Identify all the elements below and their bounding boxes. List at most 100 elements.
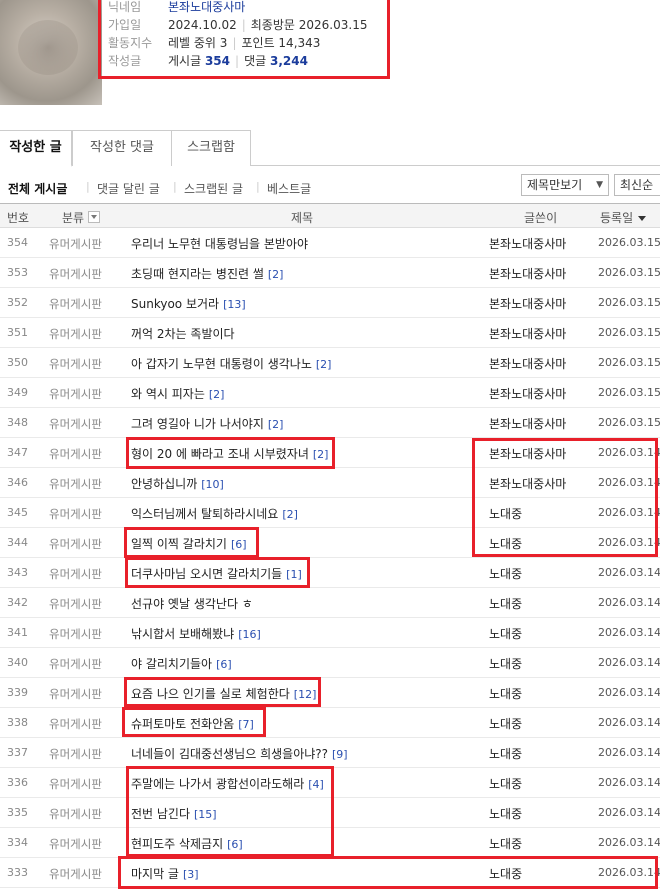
header-title: 제목	[291, 211, 314, 225]
post-date: 2026.03.15	[598, 386, 660, 399]
post-date: 2026.03.14	[598, 626, 660, 639]
comment-count-badge: [9]	[332, 748, 348, 761]
post-title-link[interactable]: 너네들이 김대중선생님으 희생을아냐?? [9]	[131, 745, 348, 762]
sort-select[interactable]: 최신순	[614, 174, 660, 196]
post-category[interactable]: 유머게시판	[49, 806, 102, 822]
post-category[interactable]: 유머게시판	[49, 686, 102, 702]
post-author[interactable]: 노대중	[489, 715, 574, 732]
post-title-link[interactable]: 안녕하십니까 [10]	[131, 475, 224, 492]
post-category[interactable]: 유머게시판	[49, 656, 102, 672]
table-row: 349 유머게시판 와 역시 피자는 [2] 본좌노대중사마 2026.03.15	[0, 378, 660, 408]
post-author[interactable]: 노대중	[489, 775, 574, 792]
post-category[interactable]: 유머게시판	[49, 236, 102, 252]
view-mode-select[interactable]: 제목만보기 ▼	[521, 174, 609, 196]
header-author: 글쓴이	[524, 211, 558, 225]
post-author[interactable]: 본좌노대중사마	[489, 385, 574, 402]
tab-scraps[interactable]: 스크랩함	[171, 130, 251, 166]
table-row: 353 유머게시판 초딩때 현지라는 병진련 썰 [2] 본좌노대중사마 2026.03.…	[0, 258, 660, 288]
post-author[interactable]: 노대중	[489, 565, 574, 582]
post-author[interactable]: 노대중	[489, 835, 574, 852]
post-author[interactable]: 본좌노대중사마	[489, 325, 574, 342]
post-number: 351	[7, 326, 28, 339]
post-date: 2026.03.15	[598, 416, 660, 429]
post-category[interactable]: 유머게시판	[49, 356, 102, 372]
post-category[interactable]: 유머게시판	[49, 266, 102, 282]
filter-all-posts[interactable]: 전체 게시글	[8, 180, 67, 197]
table-row: 343 유머게시판 더쿠사마님 오시면 갈라치기들 [1] 노대중 2026.03.14	[0, 558, 660, 588]
table-row: 350 유머게시판 아 갑자기 노무현 대통령이 생각나노 [2] 본좌노대중사마 202…	[0, 348, 660, 378]
post-title-link[interactable]: 우리너 노무현 대통령님을 본받아야	[131, 235, 312, 252]
post-title-link[interactable]: 야 갈리치기들아 [6]	[131, 655, 232, 672]
post-number: 336	[7, 776, 28, 789]
post-author[interactable]: 노대중	[489, 655, 574, 672]
post-title: 아 갑자기 노무현 대통령이 생각나노	[131, 357, 312, 371]
post-category[interactable]: 유머게시판	[49, 776, 102, 792]
post-category[interactable]: 유머게시판	[49, 596, 102, 612]
highlight-box	[124, 527, 259, 558]
comment-count-badge: [2]	[282, 508, 298, 521]
post-number: 342	[7, 596, 28, 609]
post-author[interactable]: 노대중	[489, 745, 574, 762]
post-title-link[interactable]: 꺼억 2차는 족발이다	[131, 325, 239, 342]
post-category[interactable]: 유머게시판	[49, 416, 102, 432]
header-number: 번호	[7, 211, 30, 225]
tab-written-comments[interactable]: 작성한 댓글	[72, 130, 172, 166]
category-filter-icon[interactable]	[88, 211, 101, 223]
comment-count-badge: [10]	[201, 478, 224, 491]
post-category[interactable]: 유머게시판	[49, 746, 102, 762]
highlight-box	[472, 438, 658, 557]
post-title-link[interactable]: 선규야 옛날 생각난다 ㅎ	[131, 595, 257, 612]
post-category[interactable]: 유머게시판	[49, 326, 102, 342]
post-category[interactable]: 유머게시판	[49, 866, 102, 882]
post-title: 야 갈리치기들아	[131, 657, 213, 671]
post-number: 334	[7, 836, 28, 849]
post-author[interactable]: 본좌노대중사마	[489, 265, 574, 282]
post-number: 350	[7, 356, 28, 369]
post-author[interactable]: 노대중	[489, 685, 574, 702]
post-title: 그려 영길아 니가 나서야지	[131, 417, 264, 431]
post-category[interactable]: 유머게시판	[49, 446, 102, 462]
post-category[interactable]: 유머게시판	[49, 566, 102, 582]
post-number: 338	[7, 716, 28, 729]
post-title-link[interactable]: 그려 영길아 니가 나서야지 [2]	[131, 415, 283, 432]
header-date[interactable]: 등록일	[600, 209, 647, 226]
post-date: 2026.03.14	[598, 566, 660, 579]
highlight-box	[98, 0, 390, 79]
post-title-link[interactable]: 낚시합서 보배해봤냐 [16]	[131, 625, 261, 642]
post-category[interactable]: 유머게시판	[49, 626, 102, 642]
post-author[interactable]: 노대중	[489, 625, 574, 642]
table-row: 339 유머게시판 요즘 나으 인기를 실로 체험한다 [12] 노대중 2026.03.…	[0, 678, 660, 708]
post-title-link[interactable]: 익스터님께서 탈퇴하라시네요 [2]	[131, 505, 298, 522]
post-author[interactable]: 본좌노대중사마	[489, 355, 574, 372]
post-author[interactable]: 본좌노대중사마	[489, 295, 574, 312]
highlight-box	[126, 766, 334, 857]
header-category[interactable]: 분류	[62, 209, 101, 226]
post-category[interactable]: 유머게시판	[49, 536, 102, 552]
post-number: 345	[7, 506, 28, 519]
post-title-link[interactable]: 아 갑자기 노무현 대통령이 생각나노 [2]	[131, 355, 331, 372]
post-title-link[interactable]: 와 역시 피자는 [2]	[131, 385, 224, 402]
post-number: 354	[7, 236, 28, 249]
post-title: 안녕하십니까	[131, 477, 198, 491]
filter-best[interactable]: 베스트글	[267, 180, 311, 197]
post-author[interactable]: 본좌노대중사마	[489, 235, 574, 252]
post-number: 340	[7, 656, 28, 669]
post-title-link[interactable]: Sunkyoo 보거라 [13]	[131, 295, 246, 312]
post-author[interactable]: 노대중	[489, 805, 574, 822]
highlight-box	[126, 437, 335, 469]
sort-value: 최신순	[620, 178, 654, 192]
post-category[interactable]: 유머게시판	[49, 716, 102, 732]
post-category[interactable]: 유머게시판	[49, 296, 102, 312]
post-category[interactable]: 유머게시판	[49, 506, 102, 522]
post-category[interactable]: 유머게시판	[49, 836, 102, 852]
post-title: 너네들이 김대중선생님으 희생을아냐??	[131, 747, 329, 761]
view-mode-value: 제목만보기	[527, 178, 583, 192]
filter-scrapped[interactable]: 스크랩된 글	[184, 180, 243, 197]
post-author[interactable]: 본좌노대중사마	[489, 415, 574, 432]
post-author[interactable]: 노대중	[489, 595, 574, 612]
tab-written-posts[interactable]: 작성한 글	[0, 130, 72, 167]
post-title-link[interactable]: 초딩때 현지라는 병진련 썰 [2]	[131, 265, 283, 282]
post-category[interactable]: 유머게시판	[49, 476, 102, 492]
filter-commented[interactable]: 댓글 달린 글	[97, 180, 160, 197]
post-category[interactable]: 유머게시판	[49, 386, 102, 402]
